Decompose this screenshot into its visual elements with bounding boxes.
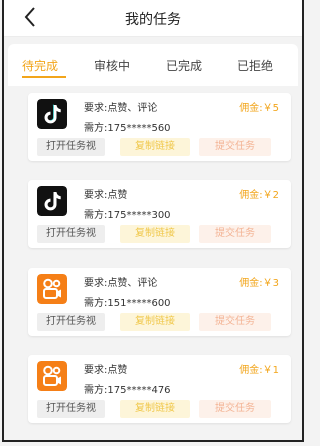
task-requirement: 要求:点赞、评论	[84, 103, 158, 114]
kuaishou-icon	[37, 274, 67, 304]
tiktok-icon	[37, 99, 67, 129]
copy-link-button[interactable]: 复制链接	[120, 313, 190, 331]
task-card: 要求:点赞 需方:175*****300 佣金:￥2 打开任务视 复制链接 提交…	[28, 180, 291, 248]
phone-frame: 我的任务 待完成 审核中 已完成 已拒绝 要求:点赞、评论 需方:175****…	[2, 0, 304, 442]
page-title: 我的任务	[125, 12, 181, 28]
task-buyer: 需方:175*****560	[84, 123, 171, 134]
open-task-button[interactable]: 打开任务视	[37, 138, 105, 156]
open-task-button[interactable]: 打开任务视	[37, 400, 105, 418]
open-task-button[interactable]: 打开任务视	[37, 225, 105, 243]
task-commission: 佣金:￥5	[239, 103, 279, 114]
task-card: 要求:点赞、评论 需方:175*****560 佣金:￥5 打开任务视 复制链接…	[28, 93, 291, 161]
task-card: 要求:点赞、评论 需方:151*****600 佣金:￥3 打开任务视 复制链接…	[28, 268, 291, 336]
submit-task-button[interactable]: 提交任务	[199, 400, 271, 418]
task-buyer: 需方:175*****300	[84, 210, 171, 221]
copy-link-button[interactable]: 复制链接	[120, 400, 190, 418]
submit-task-button[interactable]: 提交任务	[199, 138, 271, 156]
copy-link-button[interactable]: 复制链接	[120, 225, 190, 243]
task-commission: 佣金:￥3	[239, 278, 279, 289]
top-bar: 我的任务	[4, 0, 302, 37]
task-requirement: 要求:点赞	[84, 190, 128, 201]
task-requirement: 要求:点赞	[84, 365, 128, 376]
task-commission: 佣金:￥2	[239, 190, 279, 201]
tab-rejected[interactable]: 已拒绝	[237, 57, 273, 74]
task-buyer: 需方:151*****600	[84, 298, 171, 309]
copy-link-button[interactable]: 复制链接	[120, 138, 190, 156]
task-requirement: 要求:点赞、评论	[84, 278, 158, 289]
task-commission: 佣金:￥1	[239, 365, 279, 376]
task-card: 要求:点赞 需方:175*****476 佣金:￥1 打开任务视 复制链接 提交…	[28, 355, 291, 423]
tab-completed[interactable]: 已完成	[166, 57, 202, 74]
tab-bar: 待完成 审核中 已完成 已拒绝	[8, 44, 298, 86]
submit-task-button[interactable]: 提交任务	[199, 225, 271, 243]
kuaishou-icon	[37, 361, 67, 391]
active-tab-indicator	[22, 76, 66, 78]
task-buyer: 需方:175*****476	[84, 385, 171, 396]
tab-reviewing[interactable]: 审核中	[94, 57, 130, 74]
tab-pending[interactable]: 待完成	[22, 57, 58, 74]
tiktok-icon	[37, 186, 67, 216]
submit-task-button[interactable]: 提交任务	[199, 313, 271, 331]
open-task-button[interactable]: 打开任务视	[37, 313, 105, 331]
